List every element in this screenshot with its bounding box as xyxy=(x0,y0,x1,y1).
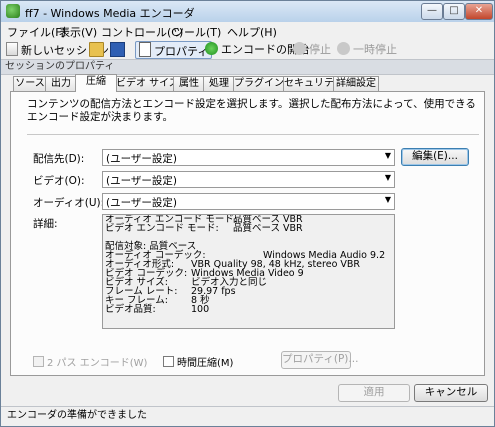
properties-label: プロパティ xyxy=(154,45,209,58)
folder-open-icon xyxy=(89,42,104,57)
menu-bar: ファイル(F) 表示(V) コントロール(C) ツール(T) ヘルプ(H) xyxy=(1,22,494,40)
audio-label: オーディオ(U): xyxy=(33,197,105,209)
video-label: ビデオ(O): xyxy=(33,175,85,187)
tab-attributes[interactable]: 属性 xyxy=(173,76,205,91)
stop-button[interactable]: 停止 xyxy=(293,42,331,58)
properties-button[interactable]: プロパティ xyxy=(135,41,213,59)
destination-value: (ユーザー設定) xyxy=(106,153,177,165)
tab-output[interactable]: 出力 xyxy=(45,76,77,91)
menu-file[interactable]: ファイル(F) xyxy=(7,24,66,40)
menu-help[interactable]: ヘルプ(H) xyxy=(227,24,277,40)
compression-properties-button[interactable]: プロパティ(P)... xyxy=(281,351,358,369)
video-mode-key: ビデオ エンコード モード: xyxy=(105,223,219,234)
tab-advanced[interactable]: 詳細設定 xyxy=(333,76,379,91)
section-header-title: セッションのプロパティ xyxy=(5,61,115,72)
open-button[interactable] xyxy=(89,42,107,58)
encoder-window: ff7 - Windows Media エンコーダ — □ ✕ ファイル(F) … xyxy=(0,0,495,427)
menu-control[interactable]: コントロール(C) xyxy=(101,24,183,40)
audio-value: (ユーザー設定) xyxy=(106,197,177,209)
tab-plugins[interactable]: プラグイン xyxy=(233,76,285,91)
minimize-icon[interactable]: — xyxy=(421,3,443,20)
description-text: コンテンツの配信方法とエンコード設定を選択します。選択した配布方法によって、使用… xyxy=(27,98,476,123)
compression-panel: コンテンツの配信方法とエンコード設定を選択します。選択した配布方法によって、使用… xyxy=(10,91,485,376)
app-icon xyxy=(6,4,20,18)
tab-source[interactable]: ソース xyxy=(13,76,47,91)
time-compression-checkbox[interactable]: 時間圧縮(M) xyxy=(163,354,233,369)
menu-view[interactable]: 表示(V) xyxy=(59,24,97,40)
new-session-icon xyxy=(6,42,18,56)
edit-button[interactable]: 編集(E)... xyxy=(401,148,469,166)
video-select[interactable]: (ユーザー設定) ▼ xyxy=(102,171,395,188)
video-value: (ユーザー設定) xyxy=(106,175,177,187)
checkbox-box xyxy=(33,356,44,367)
tab-security[interactable]: セキュリティ xyxy=(283,76,343,91)
destination-label: 配信先(D): xyxy=(33,153,85,165)
pause-button[interactable]: 一時停止 xyxy=(337,42,397,58)
two-pass-label: 2 パス エンコード(W) xyxy=(47,358,148,369)
video-quality-value: 100 xyxy=(191,304,210,315)
apply-button[interactable]: 適用 xyxy=(338,384,410,402)
save-button[interactable] xyxy=(110,42,128,58)
chevron-down-icon: ▼ xyxy=(384,151,391,160)
close-icon[interactable]: ✕ xyxy=(465,3,493,20)
pause-label: 一時停止 xyxy=(353,43,397,56)
chevron-down-icon: ▼ xyxy=(384,195,391,204)
section-header: セッションのプロパティ xyxy=(1,59,494,75)
time-compression-label: 時間圧縮(M) xyxy=(177,358,234,369)
stop-label: 停止 xyxy=(309,43,331,56)
chevron-down-icon: ▼ xyxy=(384,173,391,182)
properties-icon xyxy=(139,42,151,57)
destination-select[interactable]: (ユーザー設定) ▼ xyxy=(102,149,395,166)
divider xyxy=(27,134,479,135)
checkbox-box xyxy=(163,356,174,367)
tab-compression[interactable]: 圧縮 xyxy=(75,74,117,92)
play-icon xyxy=(205,42,218,55)
status-bar: エンコーダの準備ができました xyxy=(1,406,494,426)
video-mode-value: 品質ベース VBR xyxy=(233,223,303,234)
toolbar: 新しいセッション プロパティ エンコードの開始 停止 一時停止 xyxy=(1,40,494,60)
video-quality-key: ビデオ品質: xyxy=(105,304,156,315)
details-label: 詳細: xyxy=(33,218,58,230)
save-icon xyxy=(110,42,125,57)
stop-icon xyxy=(293,42,306,55)
maximize-icon[interactable]: □ xyxy=(443,3,465,20)
audio-select[interactable]: (ユーザー設定) ▼ xyxy=(102,193,395,210)
tab-video-size[interactable]: ビデオ サイズ xyxy=(115,76,179,91)
title-bar: ff7 - Windows Media エンコーダ — □ ✕ xyxy=(1,1,494,23)
two-pass-checkbox[interactable]: 2 パス エンコード(W) xyxy=(33,354,147,369)
window-title: ff7 - Windows Media エンコーダ xyxy=(25,7,195,20)
menu-tools[interactable]: ツール(T) xyxy=(173,24,221,40)
tab-processing[interactable]: 処理 xyxy=(203,76,235,91)
cancel-button[interactable]: キャンセル xyxy=(414,384,488,402)
details-box: オーディオ エンコード モード: 品質ベース VBR ビデオ エンコード モード… xyxy=(102,214,395,329)
pause-icon xyxy=(337,42,350,55)
status-text: エンコーダの準備ができました xyxy=(7,410,147,421)
